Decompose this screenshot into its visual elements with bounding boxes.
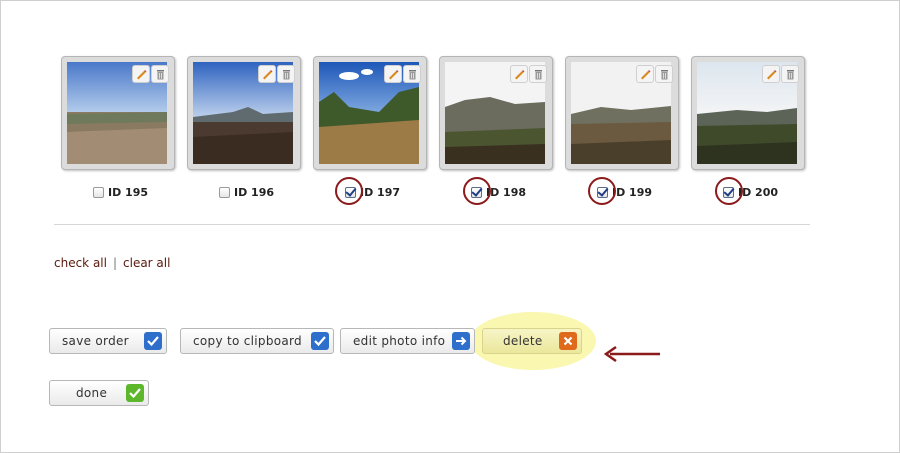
photo-checkbox[interactable] xyxy=(219,186,230,198)
done-label: done xyxy=(76,386,108,400)
pencil-icon xyxy=(515,70,525,80)
edit-photo-button[interactable] xyxy=(384,65,402,83)
photo-card[interactable] xyxy=(187,56,301,170)
selection-links: check all | clear all xyxy=(54,256,170,270)
link-separator: | xyxy=(112,256,118,270)
trash-icon xyxy=(408,69,416,79)
delete-photo-button[interactable] xyxy=(781,65,799,83)
pencil-icon xyxy=(137,70,147,80)
photo-card[interactable] xyxy=(313,56,427,170)
done-button[interactable]: done xyxy=(49,380,149,406)
annotation-circle xyxy=(588,177,616,205)
photo-id-label: ID 195 xyxy=(108,185,149,199)
trash-icon xyxy=(786,69,794,79)
delete-photo-button[interactable] xyxy=(655,65,673,83)
trash-icon xyxy=(156,69,164,79)
delete-photo-button[interactable] xyxy=(529,65,547,83)
photo-id-label: ID 197 xyxy=(360,185,401,199)
photo-id-label: ID 198 xyxy=(486,185,527,199)
edit-photo-button[interactable] xyxy=(636,65,654,83)
annotation-arrow xyxy=(603,345,660,363)
blue-check-icon xyxy=(311,332,329,350)
edit-photo-button[interactable] xyxy=(132,65,150,83)
photo-card[interactable] xyxy=(691,56,805,170)
copy-to-clipboard-label: copy to clipboard xyxy=(193,334,302,348)
trash-icon xyxy=(534,69,542,79)
blue-check-icon xyxy=(144,332,162,350)
edit-photo-button[interactable] xyxy=(258,65,276,83)
photo-id-label: ID 199 xyxy=(612,185,653,199)
delete-label: delete xyxy=(503,334,543,348)
photo-id-label: ID 196 xyxy=(234,185,275,199)
green-check-icon xyxy=(126,384,144,402)
edit-photo-button[interactable] xyxy=(510,65,528,83)
annotation-circle xyxy=(463,177,491,205)
pencil-icon xyxy=(389,70,399,80)
delete-photo-button[interactable] xyxy=(151,65,169,83)
edit-photo-info-label: edit photo info xyxy=(353,334,446,348)
annotation-circle xyxy=(335,177,363,205)
blue-arrow-icon xyxy=(452,332,470,350)
save-order-label: save order xyxy=(62,334,129,348)
photo-select[interactable]: ID 195 xyxy=(93,184,148,200)
trash-icon xyxy=(282,69,290,79)
edit-photo-info-button[interactable]: edit photo info xyxy=(340,328,475,354)
orange-x-icon xyxy=(559,332,577,350)
pencil-icon xyxy=(641,70,651,80)
photo-id-label: ID 200 xyxy=(738,185,779,199)
check-all-link[interactable]: check all xyxy=(54,256,107,270)
edit-photo-button[interactable] xyxy=(762,65,780,83)
save-order-button[interactable]: save order xyxy=(49,328,167,354)
divider xyxy=(54,224,810,225)
delete-photo-button[interactable] xyxy=(403,65,421,83)
copy-to-clipboard-button[interactable]: copy to clipboard xyxy=(180,328,334,354)
delete-photo-button[interactable] xyxy=(277,65,295,83)
pencil-icon xyxy=(767,70,777,80)
clear-all-link[interactable]: clear all xyxy=(123,256,170,270)
pencil-icon xyxy=(263,70,273,80)
photo-select[interactable]: ID 196 xyxy=(219,184,274,200)
photo-card[interactable] xyxy=(439,56,553,170)
photo-card[interactable] xyxy=(61,56,175,170)
delete-button[interactable]: delete xyxy=(482,328,582,354)
annotation-circle xyxy=(715,177,743,205)
trash-icon xyxy=(660,69,668,79)
photo-checkbox[interactable] xyxy=(93,186,104,198)
photo-card[interactable] xyxy=(565,56,679,170)
